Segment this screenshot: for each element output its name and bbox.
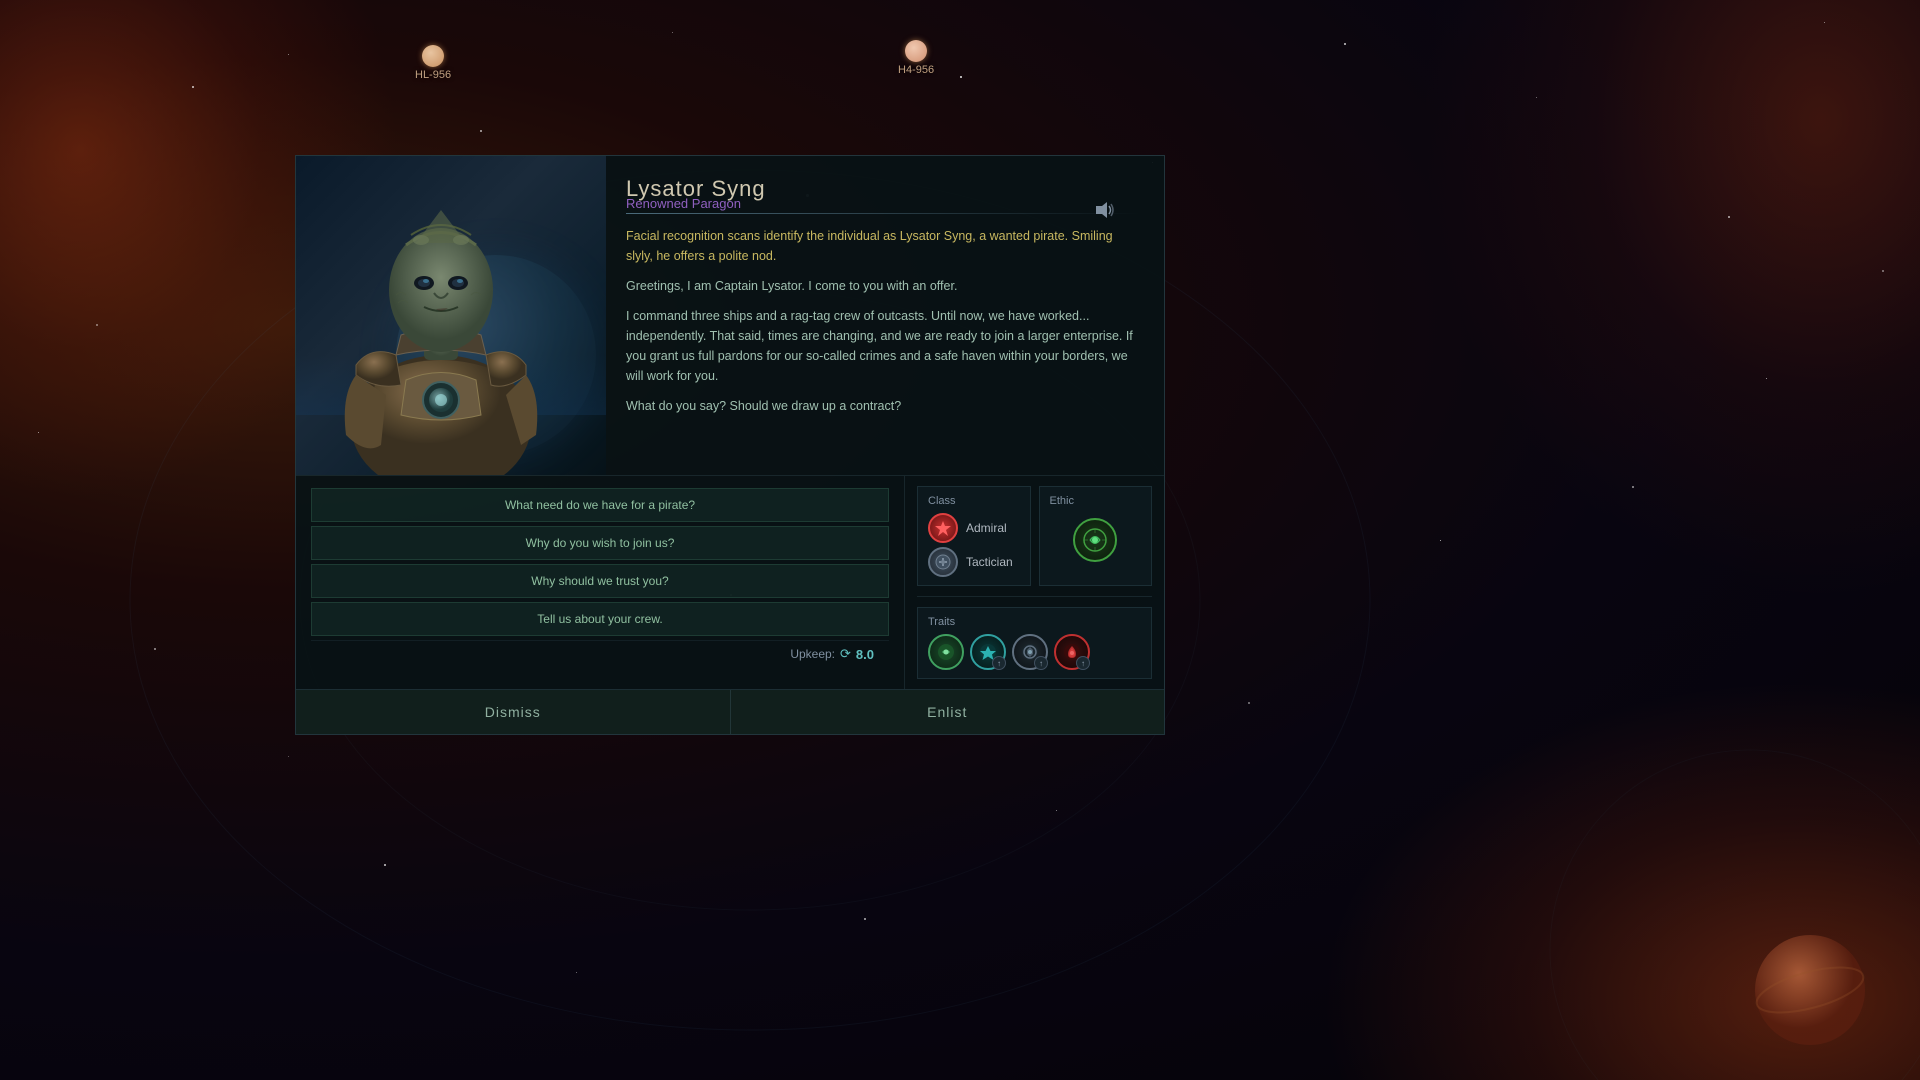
planet-label-h4956: H4-956 <box>898 64 934 76</box>
dialog-content: Lysator Syng Renowned Paragon Facial rec… <box>296 156 1164 475</box>
stats-separator <box>917 596 1152 597</box>
enlist-button[interactable]: Enlist <box>731 690 1165 734</box>
upkeep-label: Upkeep: <box>790 647 835 661</box>
traits-label: Traits <box>928 616 1141 628</box>
decorative-planet <box>1750 930 1870 1050</box>
intro-paragraph: Facial recognition scans identify the in… <box>626 226 1139 266</box>
admiral-item: Admiral <box>928 513 1020 543</box>
class-label: Class <box>928 495 1020 507</box>
class-content: Admiral Tactician <box>928 513 1020 577</box>
trait-1[interactable] <box>928 634 964 670</box>
portrait-area <box>296 156 606 475</box>
planet-label-hl956: HL-956 <box>415 69 451 81</box>
paragraph3: What do you say? Should we draw up a con… <box>626 396 1139 416</box>
dismiss-button[interactable]: Dismiss <box>296 690 731 734</box>
trait-2-badge: ↑ <box>992 656 1006 670</box>
action-buttons: Dismiss Enlist <box>296 689 1164 734</box>
choice-4[interactable]: Tell us about your crew. <box>311 602 889 636</box>
trait-3[interactable]: ↑ <box>1012 634 1048 670</box>
paragraph1: Greetings, I am Captain Lysator. I come … <box>626 276 1139 296</box>
paragraph2: I command three ships and a rag-tag crew… <box>626 306 1139 386</box>
choice-3[interactable]: Why should we trust you? <box>311 564 889 598</box>
tactician-label: Tactician <box>966 555 1013 569</box>
dialog-bottom: What need do we have for a pirate? Why d… <box>296 475 1164 689</box>
admiral-label: Admiral <box>966 521 1007 535</box>
admiral-icon <box>928 513 958 543</box>
trait-3-badge: ↑ <box>1034 656 1048 670</box>
map-planet-h4956[interactable]: H4-956 <box>898 40 934 76</box>
stats-panel: Class Admiral <box>904 476 1164 689</box>
class-box: Class Admiral <box>917 486 1031 586</box>
trait-4[interactable]: ↑ <box>1054 634 1090 670</box>
traits-box: Traits ↑ <box>917 607 1152 679</box>
name-divider <box>626 213 1139 214</box>
traits-row: ↑ ↑ <box>928 634 1141 670</box>
dialog-text: Facial recognition scans identify the in… <box>626 226 1139 460</box>
sound-button[interactable] <box>1091 196 1119 224</box>
choice-2[interactable]: Why do you wish to join us? <box>311 526 889 560</box>
planet-icon-h4956 <box>905 40 927 62</box>
choices-panel: What need do we have for a pirate? Why d… <box>296 476 904 689</box>
map-planet-hl956[interactable]: HL-956 <box>415 45 451 81</box>
trait-2[interactable]: ↑ <box>970 634 1006 670</box>
upkeep-icon: ⟳ <box>840 646 851 662</box>
ethic-icon <box>1073 518 1117 562</box>
tactician-icon <box>928 547 958 577</box>
ethic-label: Ethic <box>1050 495 1142 507</box>
upkeep-row: Upkeep: ⟳ 8.0 <box>311 640 889 667</box>
ethic-box: Ethic <box>1039 486 1153 586</box>
class-ethic-row: Class Admiral <box>917 486 1152 586</box>
tactician-item: Tactician <box>928 547 1020 577</box>
choice-1[interactable]: What need do we have for a pirate? <box>311 488 889 522</box>
upkeep-value: 8.0 <box>856 647 874 662</box>
character-portrait <box>296 156 606 475</box>
planet-icon-hl956 <box>422 45 444 67</box>
trait-4-badge: ↑ <box>1076 656 1090 670</box>
dialog-right: Lysator Syng Renowned Paragon Facial rec… <box>606 156 1164 475</box>
ethic-icon-container <box>1050 513 1142 567</box>
character-title: Renowned Paragon <box>626 196 1139 211</box>
main-dialog: Lysator Syng Renowned Paragon Facial rec… <box>295 155 1165 735</box>
